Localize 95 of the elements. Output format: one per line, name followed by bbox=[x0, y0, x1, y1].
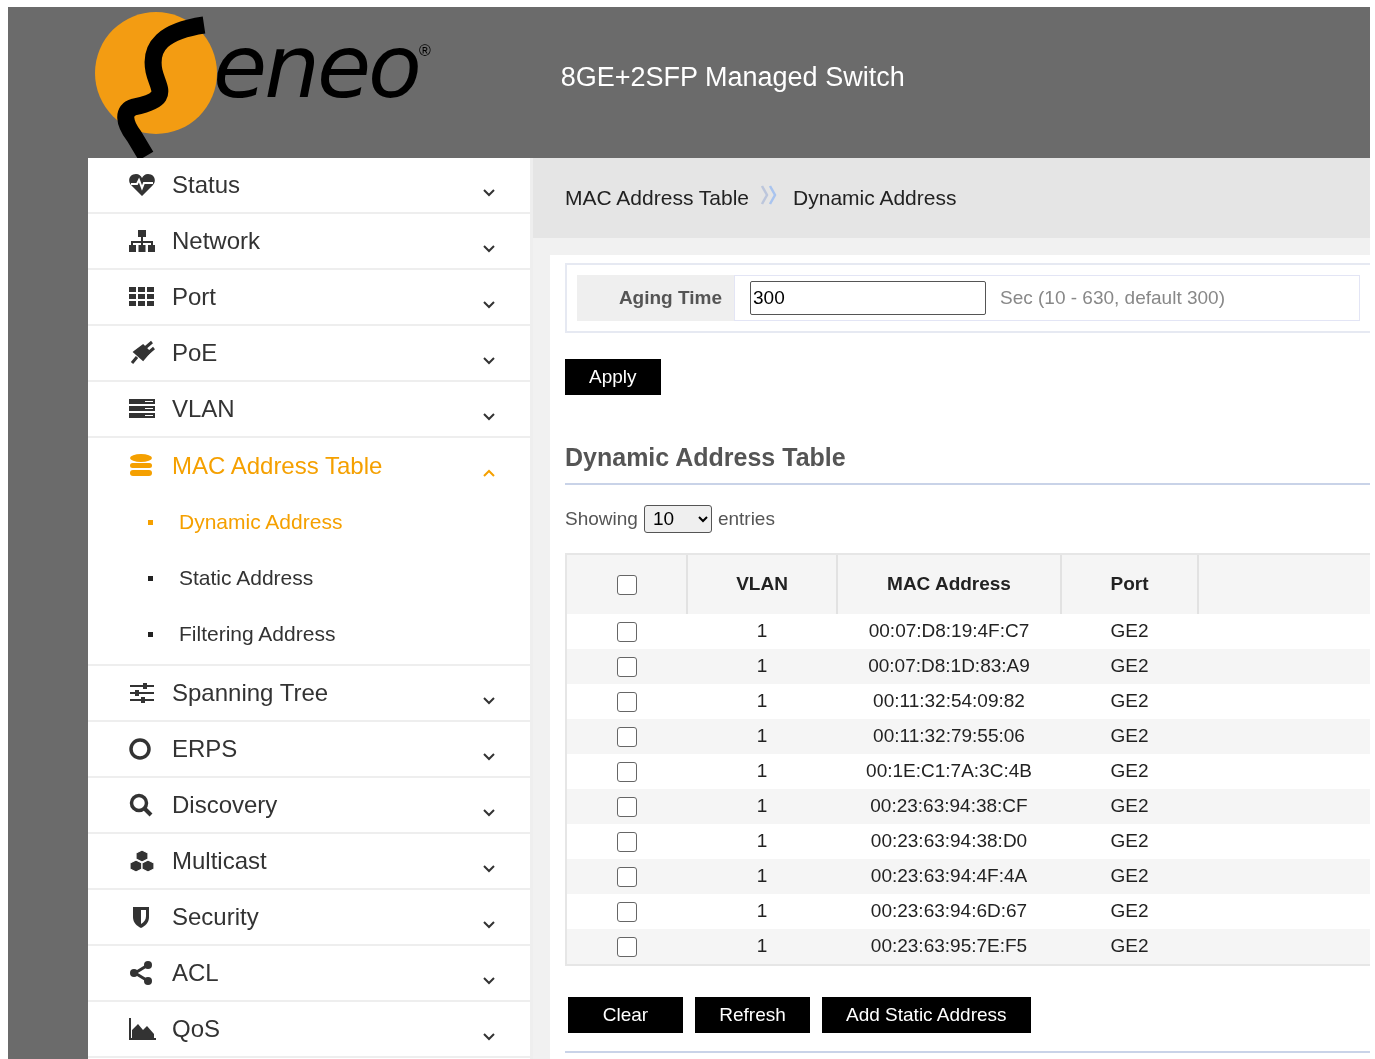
table-cell: 00:23:63:94:4F:4A bbox=[870, 865, 1028, 887]
checkbox[interactable] bbox=[617, 657, 637, 678]
table-cell: 1 bbox=[756, 935, 768, 957]
chevron-down-icon[interactable] bbox=[482, 243, 496, 253]
sidebar-item[interactable]: PoE bbox=[172, 335, 482, 371]
cubes-icon bbox=[128, 848, 156, 874]
table-cell: 00:23:63:94:6D:67 bbox=[870, 900, 1028, 922]
chevron-down-icon[interactable] bbox=[482, 863, 496, 873]
sidebar-item[interactable]: QoS bbox=[172, 1011, 482, 1047]
table-cell: 1 bbox=[756, 725, 768, 747]
table-cell: GE2 bbox=[1110, 655, 1149, 677]
page-size-select[interactable]: 10 bbox=[643, 504, 712, 533]
table-cell: GE2 bbox=[1110, 760, 1149, 782]
bullet-icon bbox=[148, 631, 153, 637]
sidebar-item[interactable]: Network bbox=[172, 223, 482, 259]
table-cell: 00:11:32:79:55:06 bbox=[873, 725, 1025, 747]
checkbox[interactable] bbox=[617, 762, 637, 783]
table-cell: 00:07:D8:19:4F:C7 bbox=[868, 620, 1030, 642]
aging-time-hint: Sec (10 - 630, default 300) bbox=[1000, 285, 1225, 310]
checkbox[interactable] bbox=[617, 727, 637, 748]
chevron-down-icon[interactable] bbox=[482, 919, 496, 929]
breadcrumb-current: Dynamic Address bbox=[793, 185, 957, 212]
breadcrumb-link[interactable]: MAC Address Table bbox=[565, 182, 750, 214]
table-cell: GE2 bbox=[1110, 795, 1149, 817]
showing-label: Showing bbox=[565, 506, 638, 531]
checkbox[interactable] bbox=[617, 797, 637, 818]
checkbox[interactable] bbox=[617, 692, 637, 713]
sitemap-icon bbox=[128, 228, 156, 254]
sidebar-item[interactable]: ERPS bbox=[172, 731, 482, 767]
chevron-down-icon[interactable] bbox=[482, 1031, 496, 1041]
column-header: VLAN bbox=[736, 573, 788, 595]
table-cell: 00:23:63:95:7E:F5 bbox=[870, 935, 1028, 957]
logo-text: eneo bbox=[213, 22, 419, 111]
apply-button[interactable]: Apply bbox=[565, 359, 661, 395]
chevron-down-icon[interactable] bbox=[482, 299, 496, 309]
registered-mark: ® bbox=[418, 40, 431, 59]
table-cell: 1 bbox=[756, 655, 768, 677]
checkbox[interactable] bbox=[617, 937, 637, 958]
column-header: MAC Address bbox=[887, 573, 1011, 595]
chevron-down-icon[interactable] bbox=[482, 807, 496, 817]
entries-label: entries bbox=[717, 506, 775, 531]
table-cell: 00:11:32:54:09:82 bbox=[873, 690, 1025, 712]
table-cell: 00:07:D8:1D:83:A9 bbox=[868, 655, 1030, 677]
table-cell: GE2 bbox=[1110, 830, 1149, 852]
aging-time-label: Aging Time bbox=[577, 275, 734, 321]
action-button[interactable]: Clear bbox=[568, 997, 683, 1033]
table-cell: GE2 bbox=[1110, 865, 1149, 887]
sidebar-item[interactable]: Status bbox=[172, 167, 482, 203]
table-cell: GE2 bbox=[1110, 620, 1149, 642]
area-chart-icon bbox=[128, 1016, 156, 1042]
table-cell: 1 bbox=[756, 760, 768, 782]
table-cell: GE2 bbox=[1110, 935, 1149, 957]
device-title: 8GE+2SFP Managed Switch bbox=[560, 61, 905, 95]
table-cell: 1 bbox=[756, 620, 768, 642]
table-cell: GE2 bbox=[1110, 900, 1149, 922]
checkbox[interactable] bbox=[617, 832, 637, 853]
table-cell: 00:23:63:94:38:CF bbox=[870, 795, 1028, 817]
sidebar-item[interactable]: Spanning Tree bbox=[172, 675, 482, 711]
chevron-down-icon[interactable] bbox=[482, 695, 496, 705]
action-button[interactable]: Add Static Address bbox=[822, 997, 1031, 1033]
chevron-down-icon[interactable] bbox=[482, 411, 496, 421]
column-header: Port bbox=[1110, 573, 1149, 595]
table-cell: 00:23:63:94:38:D0 bbox=[870, 830, 1028, 852]
submenu-item[interactable]: Static Address bbox=[179, 562, 314, 594]
table-cell: GE2 bbox=[1110, 690, 1149, 712]
chevron-down-icon[interactable] bbox=[482, 355, 496, 365]
checkbox[interactable] bbox=[617, 867, 637, 888]
checkbox[interactable] bbox=[617, 622, 637, 643]
table-cell: 1 bbox=[756, 900, 768, 922]
chevron-down-icon[interactable] bbox=[482, 751, 496, 761]
table-cell: GE2 bbox=[1110, 725, 1149, 747]
table-cell: 1 bbox=[756, 795, 768, 817]
sidebar-item[interactable]: Port bbox=[172, 279, 482, 315]
bullet-icon bbox=[148, 519, 153, 525]
action-button[interactable]: Refresh bbox=[695, 997, 810, 1033]
sidebar-item[interactable]: ACL bbox=[172, 955, 482, 991]
plug-icon bbox=[128, 340, 156, 366]
sidebar-item[interactable]: Discovery bbox=[172, 787, 482, 823]
sidebar-item[interactable]: VLAN bbox=[172, 391, 482, 427]
submenu-item[interactable]: Filtering Address bbox=[179, 618, 336, 650]
checkbox[interactable] bbox=[616, 575, 637, 596]
sliders-icon bbox=[128, 680, 156, 706]
table-cell: 1 bbox=[756, 830, 768, 852]
aging-time-input[interactable]: 300 bbox=[750, 281, 986, 315]
checkbox[interactable] bbox=[617, 902, 637, 923]
table-cell: 1 bbox=[756, 690, 768, 712]
bullet-icon bbox=[148, 575, 153, 581]
sidebar-item[interactable]: Multicast bbox=[172, 843, 482, 879]
section-title: Dynamic Address Table bbox=[565, 439, 1370, 485]
chevron-down-icon[interactable] bbox=[482, 187, 496, 197]
sidebar-item[interactable]: Security bbox=[172, 899, 482, 935]
table-cell: 1 bbox=[756, 865, 768, 887]
heart-pulse-icon bbox=[128, 172, 156, 198]
chevron-down-icon[interactable] bbox=[482, 975, 496, 985]
table-cell: 00:1E:C1:7A:3C:4B bbox=[866, 760, 1032, 782]
